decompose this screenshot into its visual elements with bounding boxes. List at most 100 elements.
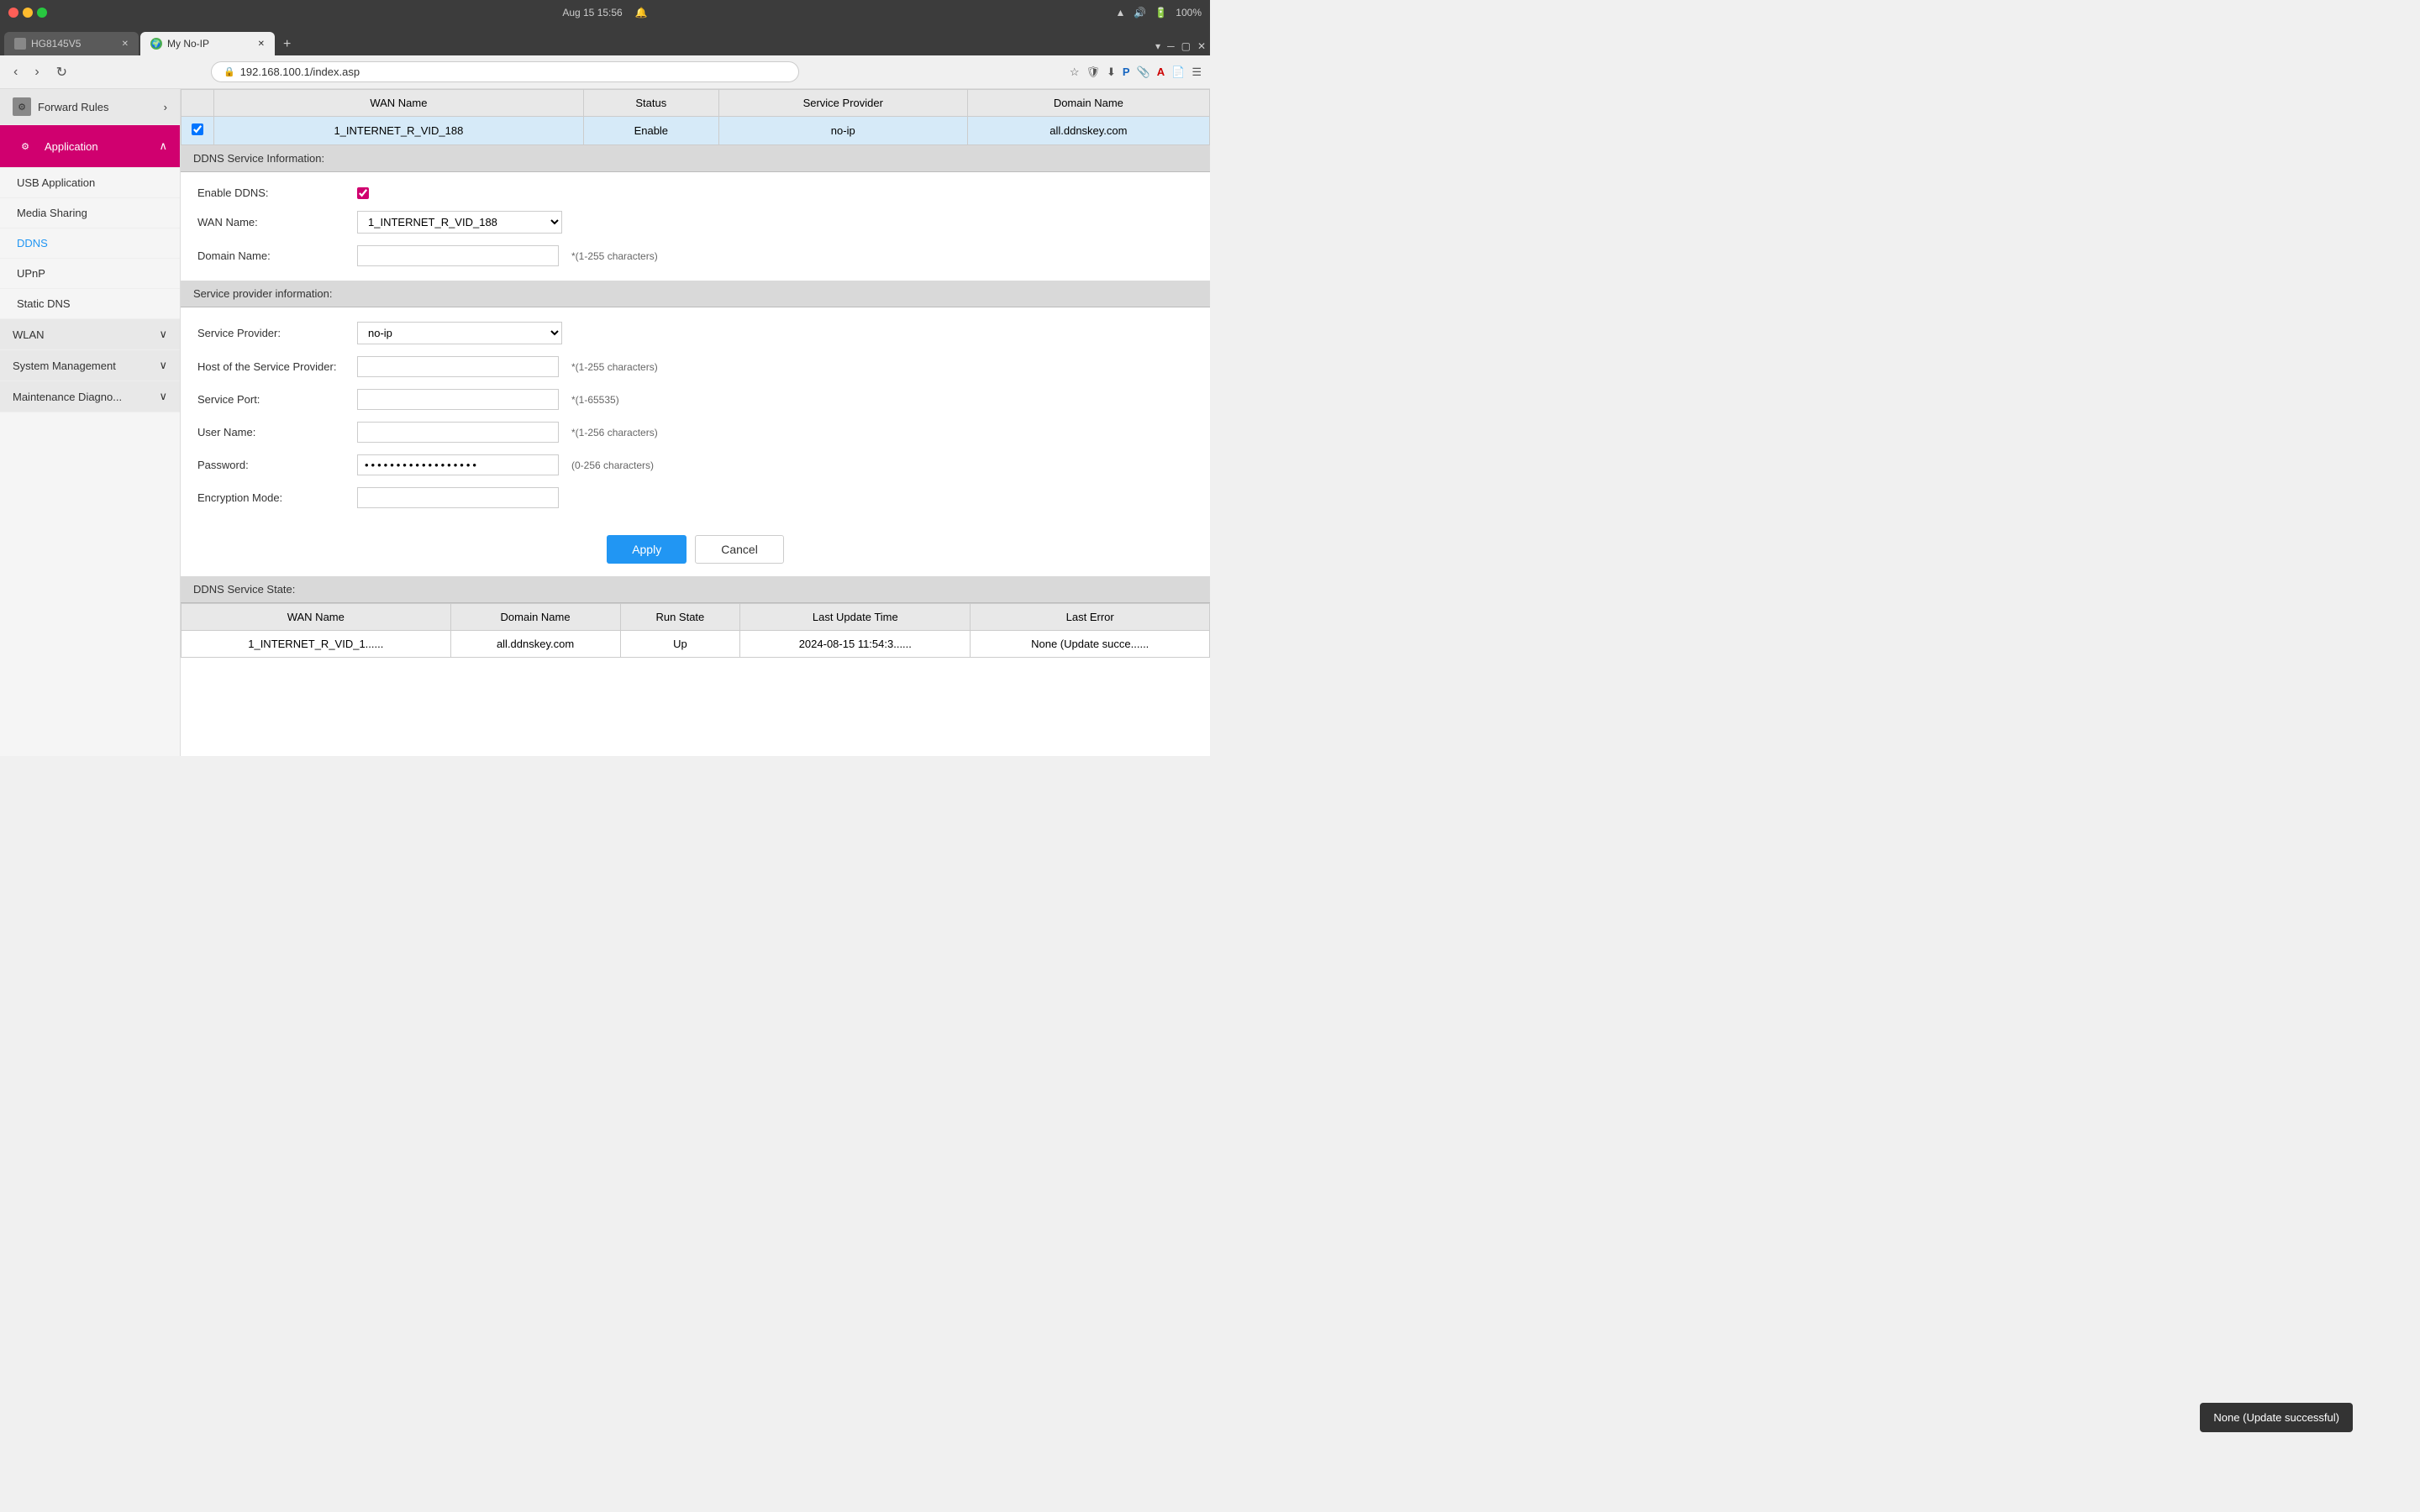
username-row: User Name: t275vkf *(1-256 characters) — [197, 416, 1193, 449]
browser-chrome: Aug 15 15:56 🔔 ▲ 🔊 🔋 100% HG8145V5 ✕ 🌍 M… — [0, 0, 1210, 89]
service-port-row: Service Port: 80 *(1-65535) — [197, 383, 1193, 416]
application-chevron: ∧ — [159, 139, 167, 153]
domain-name-row: Domain Name: all.ddnskey.com *(1-255 cha… — [197, 239, 1193, 272]
state-last-update: 2024-08-15 11:54:3...... — [740, 631, 971, 658]
table-header-check — [182, 90, 214, 117]
enable-ddns-row: Enable DDNS: — [197, 181, 1193, 205]
application-label: Application — [45, 140, 98, 153]
row-status: Enable — [583, 117, 718, 145]
download-icon[interactable]: ⬇ — [1107, 66, 1116, 79]
encryption-input[interactable]: BASE64 — [357, 487, 559, 508]
forward-button[interactable]: › — [29, 61, 44, 83]
restore-button[interactable]: ▢ — [1181, 40, 1191, 52]
address-bar: ‹ › ↻ 🔒 192.168.100.1/index.asp ☆ 🛡 ⬇ P … — [0, 55, 1210, 89]
minimize-traffic-dot[interactable] — [23, 8, 33, 18]
ddns-top-table: WAN Name Status Service Provider Domain … — [181, 89, 1210, 145]
sound-icon: 🔊 — [1134, 7, 1146, 18]
apply-button[interactable]: Apply — [607, 535, 687, 564]
table-header-domain-name: Domain Name — [967, 90, 1209, 117]
new-tab-button[interactable]: + — [276, 34, 297, 55]
service-provider-select[interactable]: no-ip — [357, 322, 562, 344]
encryption-row: Encryption Mode: BASE64 — [197, 481, 1193, 514]
domain-name-label: Domain Name: — [197, 249, 349, 262]
application-gear-icon: ⚙ — [13, 134, 38, 159]
tab1-close[interactable]: ✕ — [122, 39, 129, 49]
button-row: Apply Cancel — [181, 522, 1210, 576]
service-port-input[interactable]: 80 — [357, 389, 559, 410]
profile-icon[interactable]: P — [1123, 66, 1130, 78]
wlan-label: WLAN — [13, 328, 45, 341]
sidebar-upnp[interactable]: UPnP — [0, 259, 180, 289]
state-run-state: Up — [620, 631, 740, 658]
table-header-service-provider: Service Provider — [718, 90, 967, 117]
tab2-close[interactable]: ✕ — [258, 39, 265, 49]
wan-name-label: WAN Name: — [197, 216, 349, 228]
row-checkbox[interactable] — [192, 123, 203, 135]
bookmark-icon[interactable]: ☆ — [1070, 66, 1080, 79]
state-table-row: 1_INTERNET_R_VID_1...... all.ddnskey.com… — [182, 631, 1210, 658]
row-checkbox-cell[interactable] — [182, 117, 214, 145]
service-provider-title: Service provider information: — [193, 287, 332, 300]
reader-icon[interactable]: 📄 — [1171, 66, 1185, 79]
tab2-favicon: 🌍 — [150, 38, 162, 50]
maintenance-label: Maintenance Diagno... — [13, 391, 122, 403]
username-label: User Name: — [197, 426, 349, 438]
sidebar-maintenance[interactable]: Maintenance Diagno... ∨ — [0, 381, 180, 412]
gear-icon: ⚙ — [13, 97, 31, 116]
host-input[interactable]: dynupdate.no-ip.com — [357, 356, 559, 377]
tab1-favicon — [14, 38, 26, 50]
close-traffic-dot[interactable] — [8, 8, 18, 18]
ddns-info-section-header: DDNS Service Information: — [181, 145, 1210, 172]
reload-button[interactable]: ↻ — [51, 60, 72, 84]
tab-bar: HG8145V5 ✕ 🌍 My No-IP ✕ + ▾ ─ ▢ ✕ — [0, 25, 1210, 55]
minimize-button[interactable]: ─ — [1167, 40, 1175, 52]
title-bar: Aug 15 15:56 🔔 ▲ 🔊 🔋 100% — [0, 0, 1210, 25]
sidebar-application[interactable]: ⚙ Application ∧ — [0, 125, 180, 168]
sidebar-system-management[interactable]: System Management ∨ — [0, 350, 180, 381]
wlan-chevron: ∨ — [159, 328, 167, 341]
browser-window-controls: ▾ ─ ▢ ✕ — [1155, 40, 1206, 55]
enable-ddns-label: Enable DDNS: — [197, 186, 349, 199]
ddns-label: DDNS — [17, 237, 48, 249]
menu-icon[interactable]: ☰ — [1192, 66, 1202, 79]
sidebar-forward-rules[interactable]: ⚙ Forward Rules › — [0, 89, 180, 125]
adblock-icon[interactable]: A — [1157, 66, 1165, 78]
extension-icon[interactable]: 📎 — [1137, 66, 1150, 79]
shield-icon: 🛡 — [1086, 66, 1100, 79]
sidebar-static-dns[interactable]: Static DNS — [0, 289, 180, 319]
password-input[interactable] — [357, 454, 559, 475]
row-domain-name: all.ddnskey.com — [967, 117, 1209, 145]
username-input[interactable]: t275vkf — [357, 422, 559, 443]
close-button[interactable]: ✕ — [1197, 40, 1206, 52]
dropdown-arrow[interactable]: ▾ — [1155, 40, 1160, 52]
tab-my-noip[interactable]: 🌍 My No-IP ✕ — [140, 32, 275, 55]
tooltip: None (Update successful) — [2200, 1403, 2353, 1432]
tab-hg8145v5[interactable]: HG8145V5 ✕ — [4, 32, 139, 55]
wifi-icon: ▲ — [1116, 7, 1126, 18]
ddns-info-title: DDNS Service Information: — [193, 152, 324, 165]
sidebar-wlan[interactable]: WLAN ∨ — [0, 319, 180, 350]
service-provider-form: Service Provider: no-ip Host of the Serv… — [181, 307, 1210, 522]
sidebar-usb-application[interactable]: USB Application — [0, 168, 180, 198]
domain-hint: *(1-255 characters) — [571, 250, 658, 262]
domain-name-input[interactable]: all.ddnskey.com — [357, 245, 559, 266]
wan-name-select[interactable]: 1_INTERNET_R_VID_188 — [357, 211, 562, 234]
address-bar-input[interactable]: 🔒 192.168.100.1/index.asp — [211, 61, 799, 82]
cancel-button[interactable]: Cancel — [695, 535, 784, 564]
media-sharing-label: Media Sharing — [17, 207, 87, 219]
state-table: WAN Name Domain Name Run State Last Upda… — [181, 603, 1210, 658]
title-bar-date: Aug 15 15:56 🔔 — [562, 7, 647, 18]
maximize-traffic-dot[interactable] — [37, 8, 47, 18]
tab1-title: HG8145V5 — [31, 38, 81, 50]
sidebar-ddns[interactable]: DDNS — [0, 228, 180, 259]
state-header-run: Run State — [620, 604, 740, 631]
enable-ddns-checkbox[interactable] — [357, 187, 369, 199]
state-header-wan: WAN Name — [182, 604, 451, 631]
table-row[interactable]: 1_INTERNET_R_VID_188 Enable no-ip all.dd… — [182, 117, 1210, 145]
app-container: ⚙ Forward Rules › ⚙ Application ∧ USB Ap… — [0, 89, 1210, 756]
back-button[interactable]: ‹ — [8, 61, 23, 83]
sidebar-media-sharing[interactable]: Media Sharing — [0, 198, 180, 228]
row-service-provider: no-ip — [718, 117, 967, 145]
service-port-hint: *(1-65535) — [571, 394, 619, 406]
toolbar-icons: ☆ 🛡 ⬇ P 📎 A 📄 ☰ — [1070, 66, 1202, 79]
